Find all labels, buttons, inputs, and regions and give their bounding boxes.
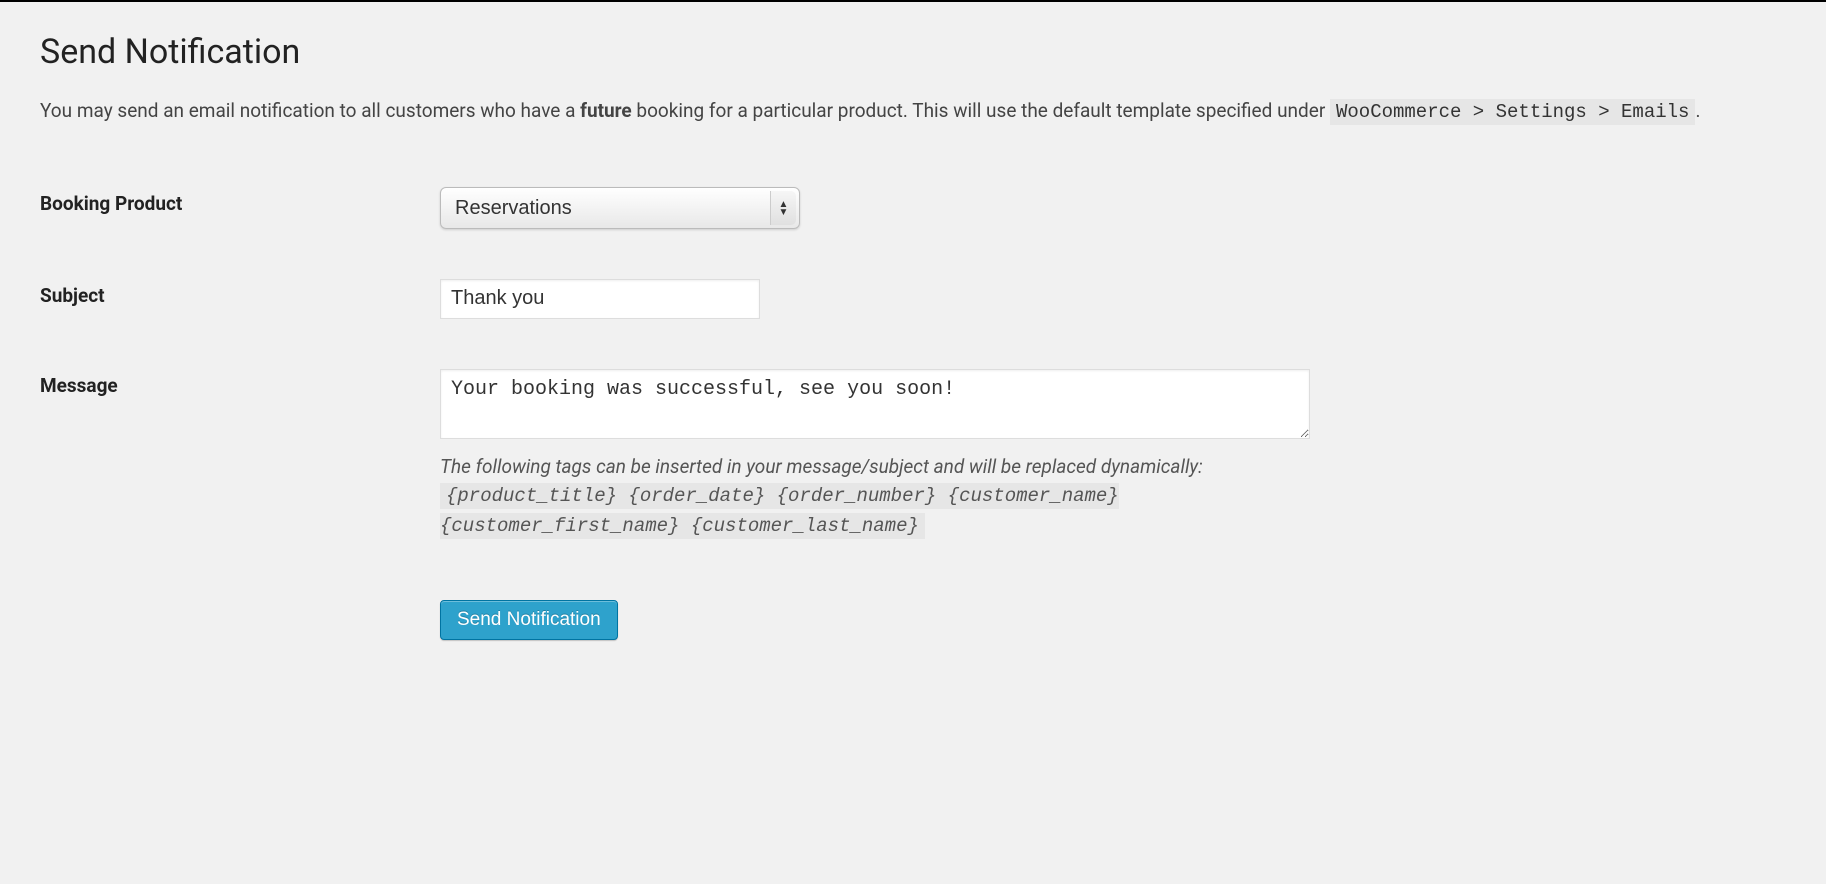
description-text-end: . <box>1695 99 1700 122</box>
booking-product-label: Booking Product <box>40 177 440 269</box>
description-text-mid: booking for a particular product. This w… <box>632 99 1330 122</box>
subject-input[interactable] <box>440 279 760 319</box>
send-notification-button[interactable]: Send Notification <box>440 600 618 640</box>
description-bold: future <box>580 99 632 122</box>
help-tags-code: {product_title} {order_date} {order_numb… <box>440 483 1119 539</box>
description-text: You may send an email notification to al… <box>40 99 580 122</box>
booking-product-select[interactable]: Reservations <box>440 187 800 229</box>
page-description: You may send an email notification to al… <box>40 97 1740 127</box>
booking-product-select-wrap: Reservations ▲▼ <box>440 187 800 229</box>
page-wrap: Send Notification You may send an email … <box>0 0 1826 710</box>
help-intro: The following tags can be inserted in yo… <box>440 455 1203 478</box>
description-code: WooCommerce > Settings > Emails <box>1330 99 1695 125</box>
message-help: The following tags can be inserted in yo… <box>440 453 1340 541</box>
notification-form: Booking Product Reservations ▲▼ Subject … <box>40 177 1786 681</box>
message-textarea[interactable]: Your booking was successful, see you soo… <box>440 369 1310 439</box>
message-label: Message <box>40 359 440 581</box>
page-title: Send Notification <box>40 32 1786 72</box>
subject-label: Subject <box>40 269 440 359</box>
